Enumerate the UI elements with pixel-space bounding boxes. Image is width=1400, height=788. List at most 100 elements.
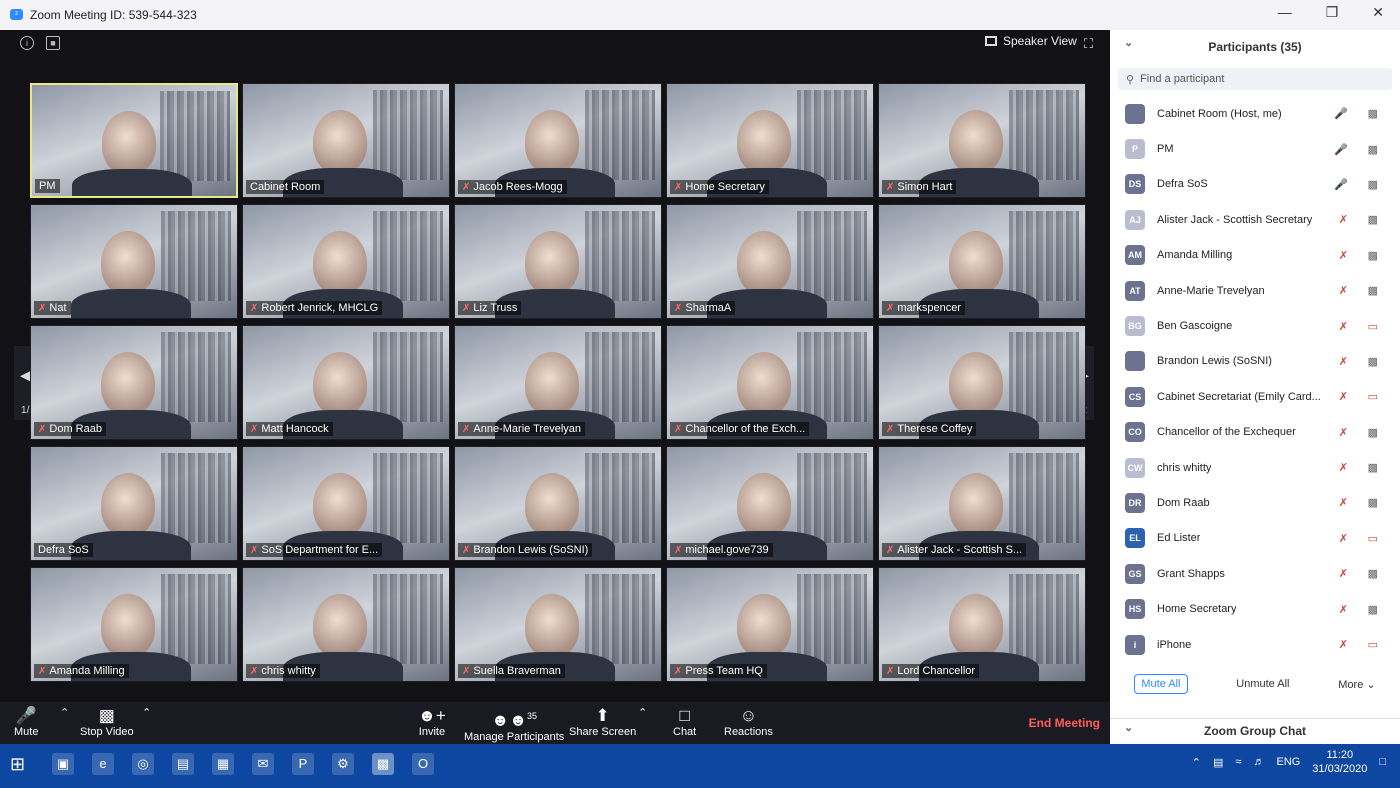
maximize-icon[interactable]: ❐ [1326, 4, 1339, 21]
muted-microphone-icon[interactable]: ✗ [1339, 461, 1348, 474]
participant-search-input[interactable]: ⚲ Find a participant [1118, 68, 1392, 90]
video-tile[interactable]: ✗ Chancellor of the Exch... [666, 325, 874, 440]
participant-row[interactable]: EL Ed Lister ✗ ▭ [1110, 521, 1400, 556]
reactions-button[interactable]: ☺ Reactions [724, 706, 773, 738]
muted-microphone-icon[interactable]: ✗ [1339, 603, 1348, 616]
participant-row[interactable]: AT Anne-Marie Trevelyan ✗ ▩ [1110, 273, 1400, 308]
video-camera-icon[interactable]: ▩ [1368, 603, 1378, 616]
microphone-icon[interactable]: 🎤 [1334, 143, 1348, 156]
muted-microphone-icon[interactable]: ✗ [1339, 532, 1348, 545]
unmute-all-button[interactable]: Unmute All [1236, 678, 1289, 690]
stop-video-button[interactable]: ▩ Stop Video [80, 706, 134, 738]
manage-participants-button[interactable]: ☻☻35 Manage Participants [464, 706, 564, 743]
participant-row[interactable]: CW chris whitty ✗ ▩ [1110, 450, 1400, 485]
file-explorer-icon[interactable]: ▤ [172, 753, 194, 775]
video-camera-icon[interactable]: ▩ [1368, 143, 1378, 156]
participant-row[interactable]: HS Home Secretary ✗ ▩ [1110, 591, 1400, 626]
group-chat-header[interactable]: ⌄ Zoom Group Chat [1110, 718, 1400, 743]
video-tile[interactable]: ✗ Press Team HQ [666, 567, 874, 682]
participant-row[interactable]: AM Amanda Milling ✗ ▩ [1110, 238, 1400, 273]
participant-row[interactable]: P PM 🎤 ▩ [1110, 131, 1400, 166]
chevron-down-icon[interactable]: ⌄ [1124, 721, 1133, 734]
video-off-icon[interactable]: ▭ [1368, 532, 1378, 545]
video-tile[interactable]: ✗ Simon Hart [878, 83, 1086, 198]
chevron-up-icon[interactable]: ⌃ [60, 706, 69, 719]
video-camera-icon[interactable]: ▩ [1368, 355, 1378, 368]
close-icon[interactable]: ✕ [1372, 4, 1384, 21]
participant-row[interactable]: CS Cabinet Secretariat (Emily Card... ✗ ▭ [1110, 379, 1400, 414]
muted-microphone-icon[interactable]: ✗ [1339, 284, 1348, 297]
info-icon[interactable]: i [20, 36, 34, 50]
video-camera-icon[interactable]: ▩ [1368, 426, 1378, 439]
participant-row[interactable]: i iPhone ✗ ▭ [1110, 627, 1400, 662]
zoom-taskbar-icon[interactable]: ▩ [372, 753, 394, 775]
fullscreen-icon[interactable]: ⛶ [1084, 36, 1093, 52]
video-tile[interactable]: ✗ Alister Jack - Scottish S... [878, 446, 1086, 561]
muted-microphone-icon[interactable]: ✗ [1339, 249, 1348, 262]
muted-microphone-icon[interactable]: ✗ [1339, 638, 1348, 651]
participant-row[interactable]: Cabinet Room (Host, me) 🎤 ▩ [1110, 96, 1400, 131]
chevron-down-icon[interactable]: ⌄ [1124, 36, 1133, 49]
video-tile[interactable]: ✗ Nat [30, 204, 238, 319]
video-camera-icon[interactable]: ▩ [1368, 107, 1378, 120]
notifications-icon[interactable]: □ [1379, 756, 1386, 768]
participant-row[interactable]: CO Chancellor of the Exchequer ✗ ▩ [1110, 415, 1400, 450]
publisher-icon[interactable]: P [292, 753, 314, 775]
store-icon[interactable]: ▦ [212, 753, 234, 775]
mute-button[interactable]: 🎤 Mute [14, 706, 38, 738]
muted-microphone-icon[interactable]: ✗ [1339, 320, 1348, 333]
settings-gear-icon[interactable]: ⚙ [332, 753, 354, 775]
language-indicator[interactable]: ENG [1276, 756, 1300, 768]
video-camera-icon[interactable]: ▩ [1368, 284, 1378, 297]
video-tile[interactable]: ✗ michael.gove739 [666, 446, 874, 561]
video-tile[interactable]: ✗ Amanda Milling [30, 567, 238, 682]
muted-microphone-icon[interactable]: ✗ [1339, 426, 1348, 439]
lock-icon[interactable]: ■ [46, 36, 60, 50]
video-tile[interactable]: Defra SoS [30, 446, 238, 561]
participant-row[interactable]: DR Dom Raab ✗ ▩ [1110, 485, 1400, 520]
chevron-up-icon[interactable]: ⌃ [1192, 756, 1201, 769]
video-tile[interactable]: ✗ chris whitty [242, 567, 450, 682]
video-tile[interactable]: ✗ Suella Braverman [454, 567, 662, 682]
video-camera-icon[interactable]: ▩ [1368, 178, 1378, 191]
video-tile[interactable]: ✗ Matt Hancock [242, 325, 450, 440]
participant-row[interactable]: DS Defra SoS 🎤 ▩ [1110, 167, 1400, 202]
video-tile[interactable]: ✗ markspencer [878, 204, 1086, 319]
mute-all-button[interactable]: Mute All [1134, 674, 1188, 694]
chat-button[interactable]: □ Chat [673, 706, 696, 738]
video-camera-icon[interactable]: ▩ [1368, 496, 1378, 509]
participant-row[interactable]: BG Ben Gascoigne ✗ ▭ [1110, 308, 1400, 343]
video-tile[interactable]: ✗ Home Secretary [666, 83, 874, 198]
video-tile[interactable]: ✗ Lord Chancellor [878, 567, 1086, 682]
video-tile[interactable]: ✗ Jacob Rees-Mogg [454, 83, 662, 198]
muted-microphone-icon[interactable]: ✗ [1339, 213, 1348, 226]
muted-microphone-icon[interactable]: ✗ [1339, 390, 1348, 403]
video-tile[interactable]: ✗ Robert Jenrick, MHCLG [242, 204, 450, 319]
video-camera-icon[interactable]: ▩ [1368, 213, 1378, 226]
edge-browser-icon[interactable]: e [92, 753, 114, 775]
video-tile[interactable]: PM [30, 83, 238, 198]
video-tile[interactable]: ✗ Dom Raab [30, 325, 238, 440]
chrome-icon[interactable]: ◎ [132, 753, 154, 775]
microphone-icon[interactable]: 🎤 [1334, 178, 1348, 191]
video-tile[interactable]: ✗ Anne-Marie Trevelyan [454, 325, 662, 440]
mail-icon[interactable]: ✉ [252, 753, 274, 775]
muted-microphone-icon[interactable]: ✗ [1339, 496, 1348, 509]
video-tile[interactable]: Cabinet Room [242, 83, 450, 198]
video-off-icon[interactable]: ▭ [1368, 320, 1378, 333]
muted-microphone-icon[interactable]: ✗ [1339, 567, 1348, 580]
video-tile[interactable]: ✗ SoS Department for E... [242, 446, 450, 561]
video-camera-icon[interactable]: ▩ [1368, 249, 1378, 262]
video-camera-icon[interactable]: ▩ [1368, 567, 1378, 580]
task-view-icon[interactable]: ▣ [52, 753, 74, 775]
video-tile[interactable]: ✗ Therese Coffey [878, 325, 1086, 440]
video-off-icon[interactable]: ▭ [1368, 390, 1378, 403]
video-tile[interactable]: ✗ Brandon Lewis (SoSNI) [454, 446, 662, 561]
video-tile[interactable]: ✗ SharmaA [666, 204, 874, 319]
outlook-icon[interactable]: O [412, 753, 434, 775]
windows-start-icon[interactable]: ⊞ [10, 754, 25, 775]
microphone-icon[interactable]: 🎤 [1334, 107, 1348, 120]
chevron-up-icon[interactable]: ⌃ [142, 706, 151, 719]
minimize-icon[interactable]: — [1278, 4, 1292, 21]
invite-button[interactable]: ☻+ Invite [418, 706, 446, 738]
